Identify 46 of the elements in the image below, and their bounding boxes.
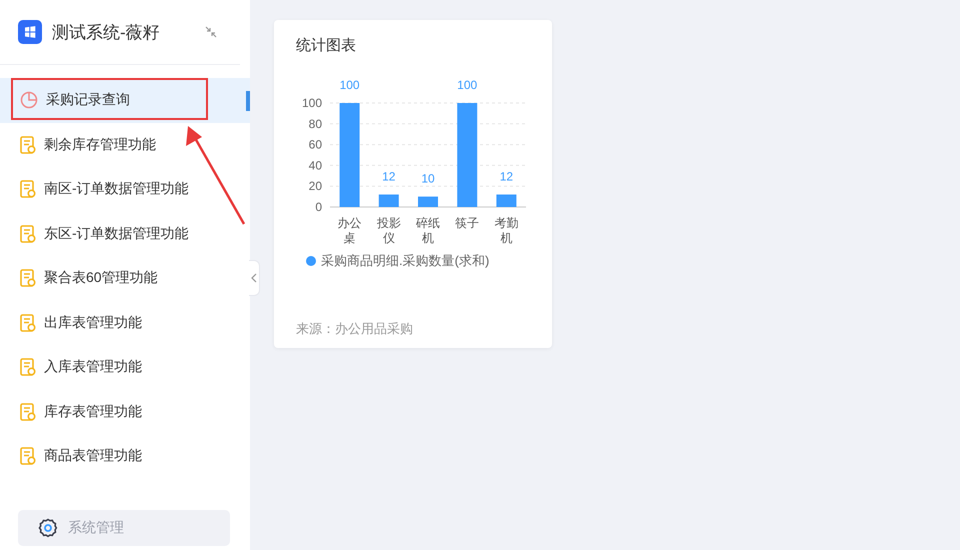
settings-icon	[38, 518, 58, 538]
x-axis-label: 考勤机	[494, 216, 518, 245]
bar-value-label: 12	[382, 170, 396, 184]
chevron-left-icon	[251, 273, 257, 283]
document-icon	[20, 402, 36, 421]
menu-item[interactable]: 剩余库存管理功能	[0, 122, 250, 167]
document-icon	[20, 180, 36, 198]
bar-value-label: 12	[500, 170, 514, 184]
y-tick-label: 40	[308, 158, 322, 172]
menu-item[interactable]: 采购记录查询	[0, 78, 250, 122]
collapse-icon[interactable]	[204, 25, 218, 39]
x-axis-label: 碎纸机	[416, 216, 440, 245]
legend-label: 采购商品明细.采购数量(求和)	[321, 252, 490, 270]
menu-item[interactable]: 东区-订单数据管理功能	[0, 212, 250, 256]
menu-item[interactable]: 入库表管理功能	[0, 345, 250, 390]
x-axis-label: 投影仪	[376, 216, 401, 245]
menu-item[interactable]: 南区-订单数据管理功能	[0, 167, 250, 212]
menu-item[interactable]: 出库表管理功能	[0, 300, 250, 345]
bar	[496, 194, 516, 207]
sidebar-toggle[interactable]	[249, 260, 260, 296]
bar-value-label: 100	[457, 78, 478, 92]
bar	[378, 194, 399, 207]
document-icon	[20, 358, 36, 376]
menu-item[interactable]: 聚合表60管理功能	[0, 256, 250, 300]
document-icon	[20, 447, 36, 466]
x-axis-label: 办公桌	[338, 216, 362, 245]
app-title: 测试系统-薇籽	[52, 22, 161, 44]
bar-value-label: 10	[421, 172, 435, 186]
y-tick-label: 100	[302, 96, 322, 110]
bar	[418, 196, 438, 207]
y-tick-label: 0	[315, 200, 322, 214]
app-logo-icon	[18, 20, 42, 44]
menu-item[interactable]: 商品表管理功能	[0, 434, 250, 478]
document-icon	[20, 136, 36, 154]
x-axis-label: 筷子	[455, 216, 480, 230]
y-tick-label: 20	[308, 179, 322, 194]
pie-chart-icon	[20, 91, 38, 110]
source-text: 来源：办公用品采购	[296, 320, 414, 338]
menu-item[interactable]: 库存表管理功能	[0, 390, 250, 434]
bar-value-label: 100	[340, 78, 360, 92]
document-icon	[20, 224, 36, 243]
document-icon	[20, 314, 36, 332]
document-icon	[20, 269, 36, 288]
y-tick-label: 60	[308, 138, 322, 152]
card-title: 统计图表	[296, 36, 357, 55]
y-tick-label: 80	[308, 116, 322, 131]
